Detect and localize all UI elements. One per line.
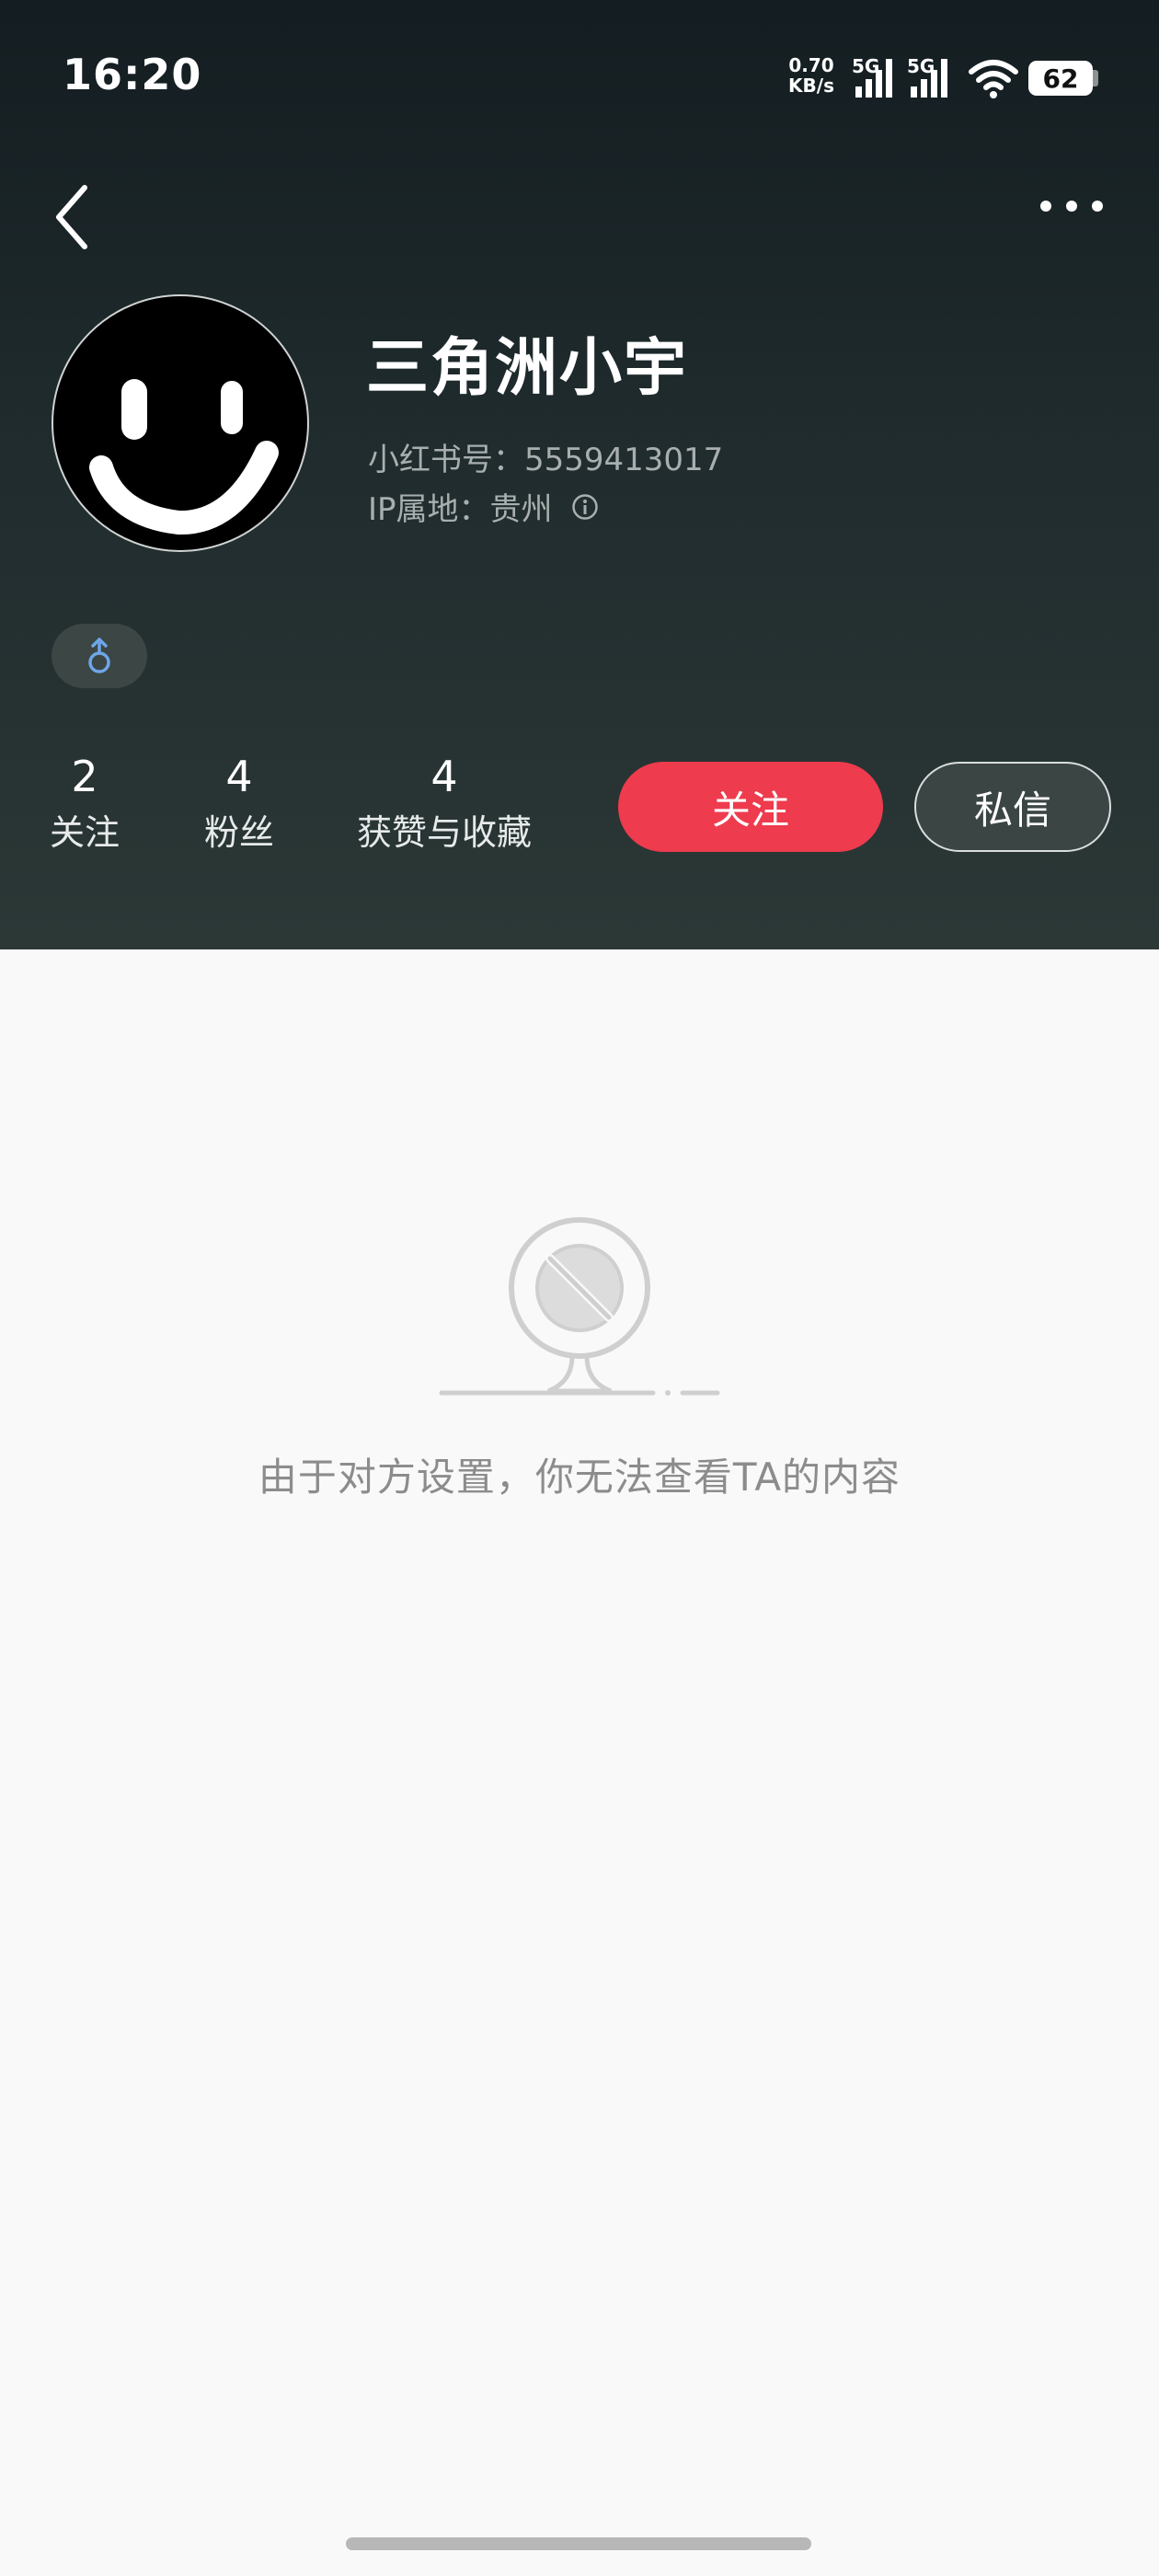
home-indicator[interactable] bbox=[346, 2537, 811, 2550]
ip-location-text: IP属地：贵州 bbox=[368, 491, 553, 528]
more-options-icon[interactable] bbox=[1030, 180, 1113, 236]
avatar[interactable] bbox=[52, 294, 309, 552]
stat-followers[interactable]: 4 粉丝 bbox=[197, 751, 281, 856]
red-id[interactable]: 小红书号：5559413017 bbox=[368, 434, 723, 479]
stat-following[interactable]: 2 关注 bbox=[42, 751, 127, 856]
stat-likes-count: 4 bbox=[430, 752, 458, 801]
back-arrow-icon[interactable] bbox=[42, 175, 109, 256]
network-speed-unit: KB/s bbox=[788, 75, 834, 97]
stat-followers-count: 4 bbox=[225, 752, 253, 801]
stat-followers-label: 粉丝 bbox=[203, 812, 274, 853]
info-icon[interactable] bbox=[571, 493, 599, 521]
network-speed: 0.70 KB/s bbox=[786, 55, 837, 96]
battery-tip bbox=[1093, 70, 1098, 86]
signal-icon: 5G bbox=[907, 55, 958, 98]
male-icon bbox=[88, 638, 110, 673]
stat-following-label: 关注 bbox=[49, 812, 120, 853]
signal-icon: 5G bbox=[852, 55, 903, 98]
stat-likes-collections[interactable]: 4 获赞与收藏 bbox=[351, 751, 537, 856]
follow-button[interactable]: 关注 bbox=[618, 762, 883, 852]
ip-location: IP属地：贵州 bbox=[368, 484, 599, 529]
gender-tag bbox=[52, 624, 147, 688]
status-time: 16:20 bbox=[63, 50, 202, 99]
network-speed-value: 0.70 bbox=[788, 54, 834, 76]
wifi-icon bbox=[969, 60, 1018, 98]
empty-state-message: 由于对方设置，你无法查看TA的内容 bbox=[258, 1455, 901, 1500]
profile-header: 16:20 0.70 KB/s 5G 5G 62 三角洲小宇 小红书号：5559… bbox=[0, 0, 1159, 949]
message-button[interactable]: 私信 bbox=[914, 762, 1111, 852]
battery-level: 62 bbox=[1042, 63, 1079, 94]
stat-following-count: 2 bbox=[71, 752, 98, 801]
profile-nickname: 三角洲小宇 bbox=[366, 332, 689, 405]
stat-likes-label: 获赞与收藏 bbox=[356, 812, 532, 853]
smiley-face-avatar-image bbox=[89, 379, 279, 535]
blocked-icon bbox=[439, 1217, 720, 1396]
battery-icon: 62 bbox=[1028, 61, 1093, 96]
